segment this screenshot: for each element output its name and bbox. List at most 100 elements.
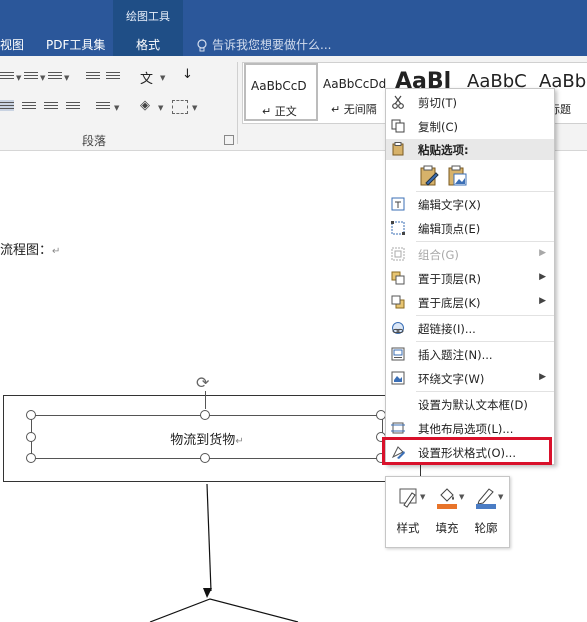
- style-normal[interactable]: AaBbCcD ↵ 正文: [244, 63, 318, 121]
- wrap-text-icon: [391, 371, 405, 385]
- chevron-down-icon[interactable]: ▼: [160, 74, 165, 82]
- menu-item-label: 环绕文字(W): [418, 372, 485, 386]
- ribbon-tab-bar: 视图 PDF工具集 绘图工具 格式 告诉我您想要做什么...: [0, 0, 587, 56]
- menu-item-label: 插入题注(N)...: [418, 348, 493, 362]
- clipboard-icon: [392, 142, 404, 156]
- chevron-down-icon[interactable]: ▼: [192, 104, 197, 112]
- menu-item-edit-text[interactable]: 编辑文字(X): [386, 193, 554, 215]
- chevron-down-icon: ▼: [459, 493, 465, 501]
- chevron-down-icon[interactable]: ▼: [114, 104, 119, 112]
- paragraph-group-label: 段落: [82, 134, 107, 148]
- line-spacing-icon[interactable]: [96, 100, 110, 111]
- menu-item-label: 复制(C): [418, 120, 459, 134]
- shape-outline-button[interactable]: ▼ 轮廓: [468, 483, 504, 539]
- shape-style-icon: [399, 488, 417, 508]
- decision-shape-top[interactable]: [149, 598, 299, 622]
- submenu-arrow-icon: ▶: [539, 272, 546, 282]
- menu-item-insert-caption[interactable]: 插入题注(N)...: [386, 343, 554, 365]
- decrease-indent-icon[interactable]: [86, 70, 100, 81]
- paste-options-header: 粘贴选项:: [386, 139, 554, 160]
- shading-icon[interactable]: ◈: [140, 98, 150, 113]
- style-no-spacing-sample: AaBbCcDd: [323, 77, 387, 91]
- menu-separator: [416, 315, 554, 316]
- submenu-arrow-icon: ▶: [539, 296, 546, 306]
- tell-me-box[interactable]: 告诉我您想要做什么...: [196, 36, 331, 53]
- chevron-down-icon: ▼: [420, 493, 426, 501]
- paste-picture-icon[interactable]: [446, 165, 468, 187]
- menu-separator: [416, 341, 554, 342]
- align-center-icon[interactable]: [22, 100, 36, 111]
- highlight-annotation-box: [382, 437, 552, 465]
- menu-item-hyperlink[interactable]: 超链接(I)...: [386, 317, 554, 339]
- shape-fill-label: 填充: [435, 521, 459, 535]
- tab-format[interactable]: 格式: [113, 36, 183, 53]
- menu-item-more-layout-options[interactable]: 其他布局选项(L)...: [386, 417, 554, 439]
- shape-fill-button[interactable]: ▼ 填充: [429, 483, 465, 539]
- menu-separator: [416, 391, 554, 392]
- menu-item-label: 编辑文字(X): [418, 198, 481, 212]
- chevron-down-icon[interactable]: ▼: [158, 104, 163, 112]
- menu-item-label: 剪切(T): [418, 96, 457, 110]
- sort-icon[interactable]: ↓: [182, 67, 193, 82]
- menu-item-label: 其他布局选项(L)...: [418, 422, 514, 436]
- menu-item-label: 编辑顶点(E): [418, 222, 481, 236]
- increase-indent-icon[interactable]: [106, 70, 120, 81]
- menu-item-copy[interactable]: 复制(C): [386, 115, 554, 137]
- numbering-icon[interactable]: [24, 70, 38, 81]
- align-right-icon[interactable]: [44, 100, 58, 111]
- shape-style-label: 样式: [396, 521, 420, 535]
- text-box-icon: [391, 197, 405, 211]
- menu-item-label: 置于顶层(R): [418, 272, 481, 286]
- send-to-back-icon: [391, 295, 405, 309]
- paint-bucket-icon: [437, 488, 457, 509]
- menu-separator: [416, 241, 554, 242]
- chevron-down-icon[interactable]: ▼: [40, 74, 45, 82]
- context-menu: 剪切(T) 复制(C) 粘贴选项: 编辑文字(X) 编辑顶点(E) 组合(G) …: [385, 88, 555, 465]
- menu-item-cut[interactable]: 剪切(T): [386, 91, 554, 113]
- paste-keep-formatting-icon[interactable]: [418, 165, 440, 187]
- menu-item-send-to-back[interactable]: 置于底层(K) ▶: [386, 291, 554, 313]
- lightbulb-icon: [197, 39, 207, 52]
- chevron-down-icon[interactable]: ▼: [64, 74, 69, 82]
- submenu-arrow-icon: ▶: [539, 372, 546, 382]
- style-no-spacing-name: ↵ 无间隔: [331, 103, 377, 116]
- borders-icon[interactable]: [172, 100, 188, 114]
- chevron-down-icon[interactable]: ▼: [16, 74, 21, 82]
- style-normal-name: ↵ 正文: [262, 105, 297, 118]
- copy-icon: [391, 119, 405, 133]
- menu-item-set-default-textbox[interactable]: 设置为默认文本框(D): [386, 393, 554, 415]
- multilevel-list-icon[interactable]: [48, 70, 62, 81]
- caption-icon: [391, 347, 405, 361]
- drawing-tools-label: 绘图工具: [126, 10, 170, 23]
- menu-separator: [416, 191, 554, 192]
- bullets-icon[interactable]: [0, 70, 14, 81]
- style-normal-sample: AaBbCcD: [251, 79, 307, 93]
- drawing-tools-context-group: 绘图工具 格式: [113, 0, 183, 56]
- pen-outline-icon: [476, 488, 496, 509]
- tab-pdf-tools[interactable]: PDF工具集: [46, 36, 105, 53]
- menu-item-wrap-text[interactable]: 环绕文字(W) ▶: [386, 367, 554, 389]
- layout-options-icon: [391, 422, 405, 434]
- tab-view[interactable]: 视图: [0, 36, 24, 53]
- bring-to-front-icon: [391, 271, 405, 285]
- menu-item-label: 组合(G): [418, 248, 459, 262]
- menu-item-bring-to-front[interactable]: 置于顶层(R) ▶: [386, 267, 554, 289]
- group-icon: [391, 247, 405, 261]
- paste-options-label: 粘贴选项:: [418, 143, 469, 157]
- tell-me-placeholder: 告诉我您想要做什么...: [212, 38, 332, 52]
- shape-style-button[interactable]: ▼ 样式: [390, 483, 426, 539]
- align-left-icon[interactable]: [0, 100, 14, 111]
- edit-points-icon: [391, 221, 405, 235]
- shape-outline-label: 轮廓: [474, 521, 498, 535]
- arrow-line: [206, 483, 212, 592]
- scissors-icon: [392, 95, 404, 109]
- menu-item-group: 组合(G) ▶: [386, 243, 554, 265]
- justify-icon[interactable]: [66, 100, 80, 111]
- menu-item-label: 置于底层(K): [418, 296, 481, 310]
- style-no-spacing[interactable]: AaBbCcDd ↵ 无间隔: [321, 63, 393, 121]
- ribbon-separator: [237, 62, 238, 144]
- menu-item-label: 超链接(I)...: [418, 322, 476, 336]
- paragraph-dialog-launcher[interactable]: [224, 135, 234, 145]
- menu-item-edit-points[interactable]: 编辑顶点(E): [386, 217, 554, 239]
- chinese-layout-icon[interactable]: 文: [140, 68, 153, 87]
